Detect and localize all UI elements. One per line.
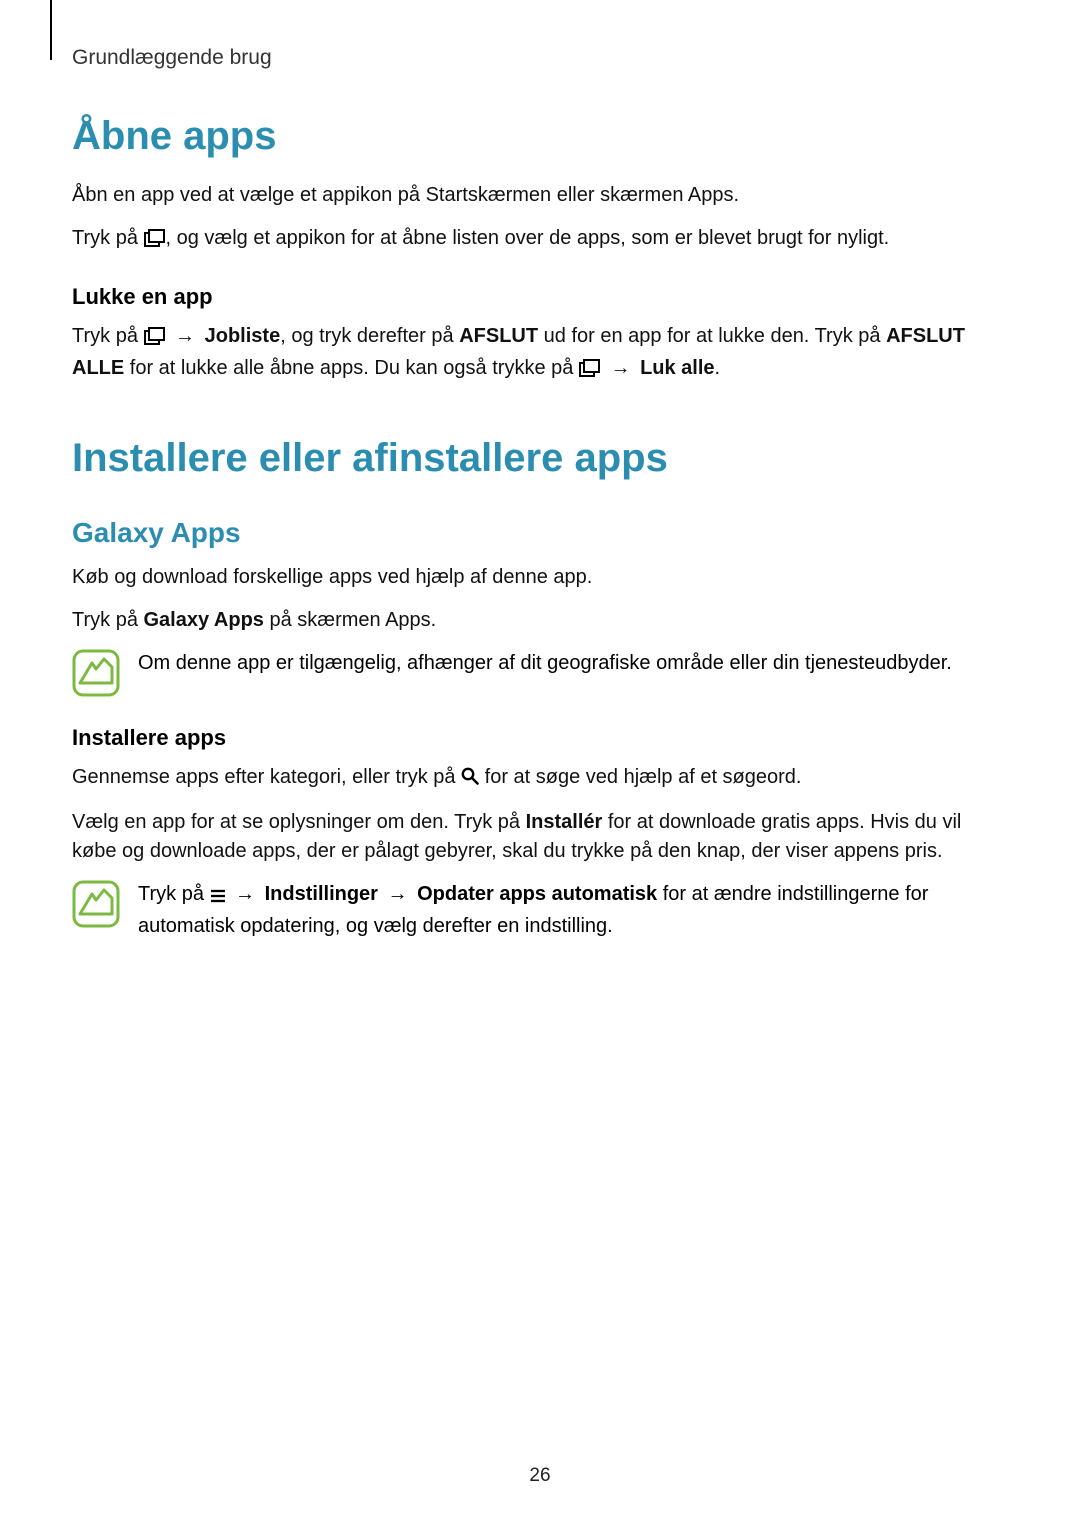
note-icon [72, 649, 120, 697]
arrow-icon: → [166, 325, 205, 347]
heading-close-app: Lukke en app [72, 284, 1008, 310]
recent-apps-icon [579, 357, 601, 386]
paragraph: Åbn en app ved at vælge et appikon på St… [72, 181, 1008, 210]
text-fragment: ud for en app for at lukke den. Tryk på [538, 325, 886, 347]
note-text: Tryk på → Indstillinger → Opdater apps a… [138, 880, 1008, 941]
bold-text: Jobliste [205, 325, 281, 347]
text-fragment: Gennemse apps efter kategori, eller tryk… [72, 766, 461, 788]
text-fragment: på skærmen Apps. [264, 609, 436, 631]
text-fragment: , og tryk derefter på [280, 325, 459, 347]
bold-text: Opdater apps automatisk [417, 883, 657, 905]
paragraph: Tryk på Galaxy Apps på skærmen Apps. [72, 606, 1008, 635]
note-text: Om denne app er tilgængelig, afhænger af… [138, 649, 952, 678]
text-fragment: Tryk på [138, 883, 210, 905]
chapter-label: Grundlæggende brug [72, 46, 1008, 70]
text-fragment: Tryk på [72, 227, 144, 249]
paragraph: Tryk på → Jobliste, og tryk derefter på … [72, 322, 1008, 386]
text-fragment: Tryk på [72, 325, 144, 347]
text-fragment: Vælg en app for at se oplysninger om den… [72, 811, 526, 833]
paragraph: Gennemse apps efter kategori, eller tryk… [72, 763, 1008, 794]
paragraph: Tryk på , og vælg et appikon for at åbne… [72, 224, 1008, 256]
page-margin-line [50, 0, 52, 60]
text-fragment: for at søge ved hjælp af et søgeord. [485, 766, 802, 788]
paragraph: Vælg en app for at se oplysninger om den… [72, 808, 1008, 866]
page-number: 26 [0, 1465, 1080, 1487]
recent-apps-icon [144, 325, 166, 354]
search-icon [461, 765, 479, 794]
note-icon [72, 880, 120, 928]
paragraph: Køb og download forskellige apps ved hjæ… [72, 563, 1008, 592]
recent-apps-icon [144, 227, 166, 256]
note-block: Om denne app er tilgængelig, afhænger af… [72, 649, 1008, 697]
text-fragment: Tryk på [72, 609, 144, 631]
bold-text: Indstillinger [265, 883, 378, 905]
heading-install-uninstall: Installere eller afinstallere apps [72, 436, 1008, 481]
bold-text: AFSLUT [459, 325, 538, 347]
text-fragment: . [715, 357, 721, 379]
note-block: Tryk på → Indstillinger → Opdater apps a… [72, 880, 1008, 941]
heading-galaxy-apps: Galaxy Apps [72, 517, 1008, 549]
bold-text: Installér [526, 811, 603, 833]
text-fragment: for at lukke alle åbne apps. Du kan også… [124, 357, 579, 379]
page-container: Grundlæggende brug Åbne apps Åbn en app … [0, 0, 1080, 1527]
arrow-icon: → [378, 883, 417, 905]
text-fragment: , og vælg et appikon for at åbne listen … [166, 227, 890, 249]
hamburger-menu-icon [210, 883, 226, 912]
arrow-icon: → [226, 883, 265, 905]
bold-text: Galaxy Apps [144, 609, 264, 631]
bold-text: Luk alle [640, 357, 714, 379]
heading-open-apps: Åbne apps [72, 114, 1008, 159]
heading-install-apps: Installere apps [72, 725, 1008, 751]
arrow-icon: → [601, 357, 640, 379]
